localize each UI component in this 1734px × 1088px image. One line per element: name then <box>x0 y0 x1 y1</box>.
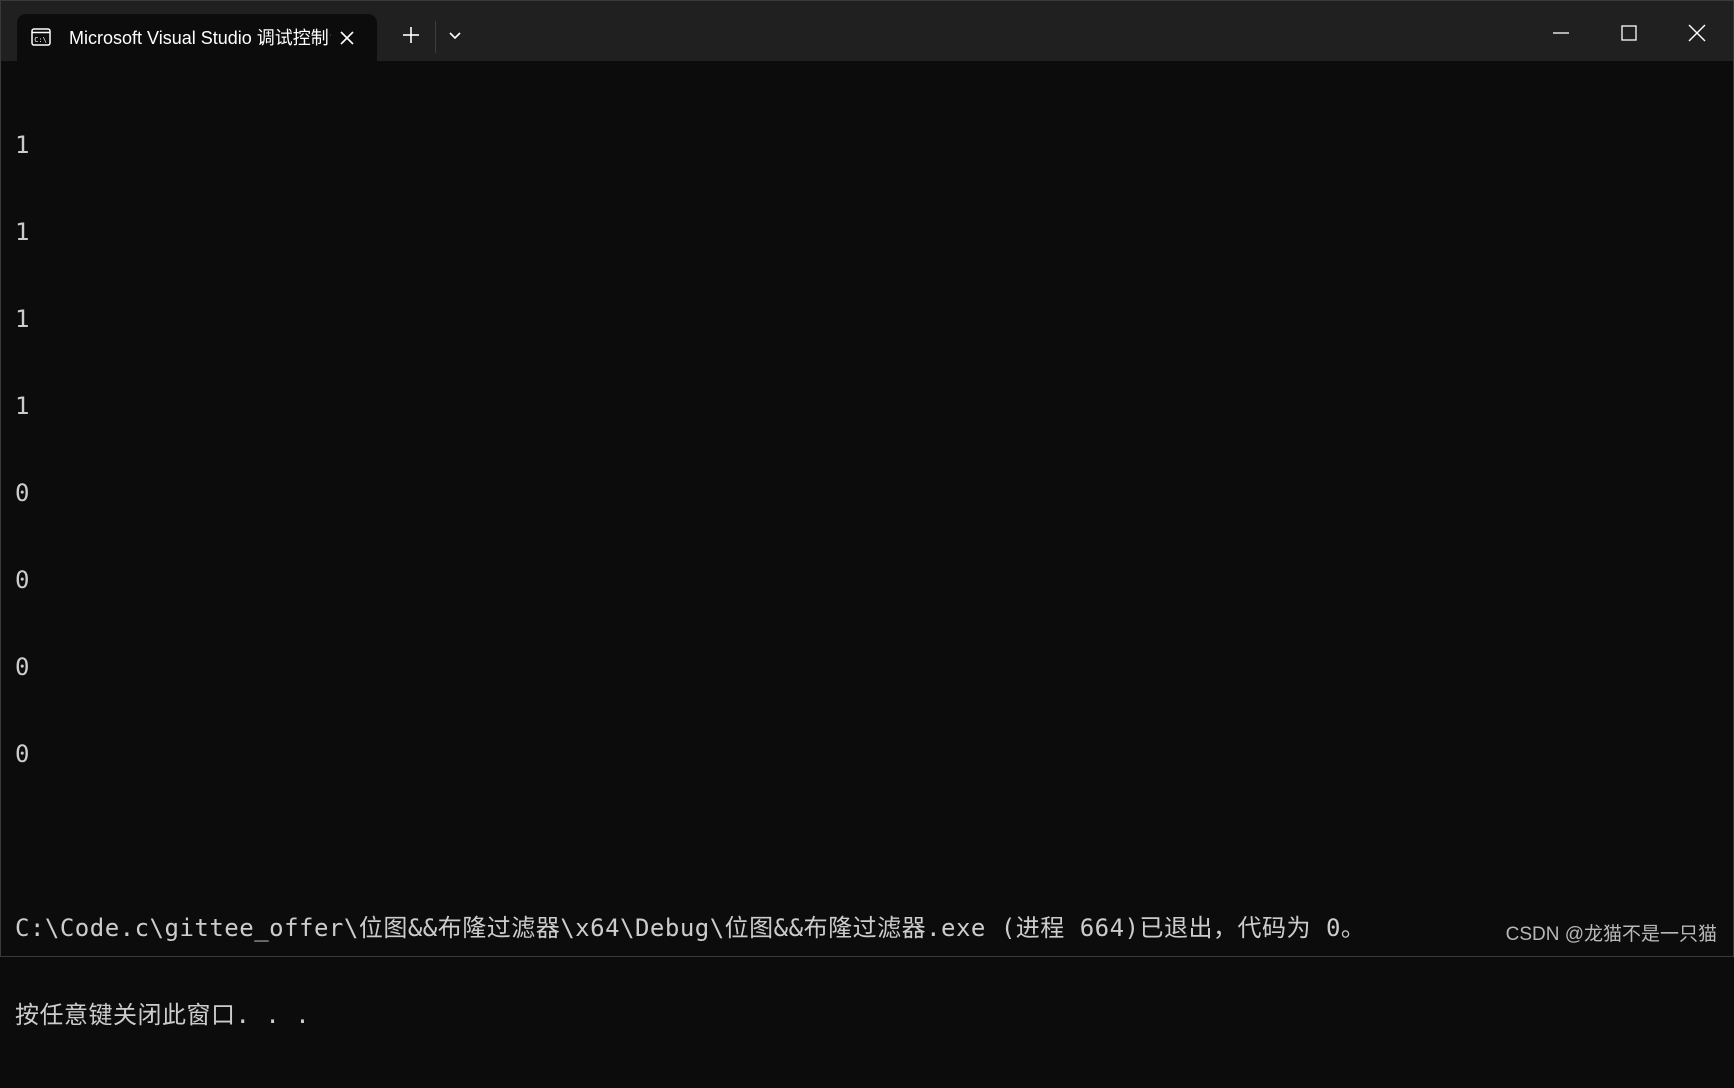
tab-dropdown-button[interactable] <box>445 26 465 46</box>
new-tab-button[interactable] <box>399 23 423 47</box>
close-icon <box>1688 24 1706 42</box>
tab-title: Microsoft Visual Studio 调试控制台 <box>69 28 331 48</box>
terminal-icon: C:\ <box>31 28 51 46</box>
minimize-button[interactable] <box>1541 13 1581 53</box>
console-line: 1 <box>15 218 30 246</box>
console-line: 1 <box>15 305 30 333</box>
press-key-prompt: 按任意键关闭此窗口. . . <box>15 1001 311 1029</box>
maximize-icon <box>1621 25 1637 41</box>
console-line: 0 <box>15 653 30 681</box>
console-output[interactable]: 1 1 1 1 0 0 0 0 C:\Code.c\gittee_offer\位… <box>15 73 1715 1088</box>
console-line: 0 <box>15 566 30 594</box>
console-window: C:\ Microsoft Visual Studio 调试控制台 1 1 1 … <box>0 0 1734 1029</box>
console-line: 0 <box>15 740 30 768</box>
console-line: 1 <box>15 131 30 159</box>
console-tab[interactable]: C:\ Microsoft Visual Studio 调试控制台 <box>17 14 377 61</box>
title-bar[interactable]: C:\ Microsoft Visual Studio 调试控制台 <box>1 1 1733 61</box>
plus-icon <box>403 27 419 43</box>
maximize-button[interactable] <box>1609 13 1649 53</box>
tab-close-icon[interactable] <box>335 26 359 50</box>
exit-message: C:\Code.c\gittee_offer\位图&&布隆过滤器\x64\Deb… <box>15 914 1366 942</box>
chevron-down-icon <box>449 32 461 40</box>
watermark: CSDN @龙猫不是一只猫 <box>1505 924 1717 945</box>
console-line: 1 <box>15 392 30 420</box>
console-line: 0 <box>15 479 30 507</box>
close-button[interactable] <box>1677 13 1717 53</box>
tab-divider <box>435 21 436 53</box>
svg-text:C:\: C:\ <box>34 36 47 44</box>
minimize-icon <box>1553 32 1569 34</box>
